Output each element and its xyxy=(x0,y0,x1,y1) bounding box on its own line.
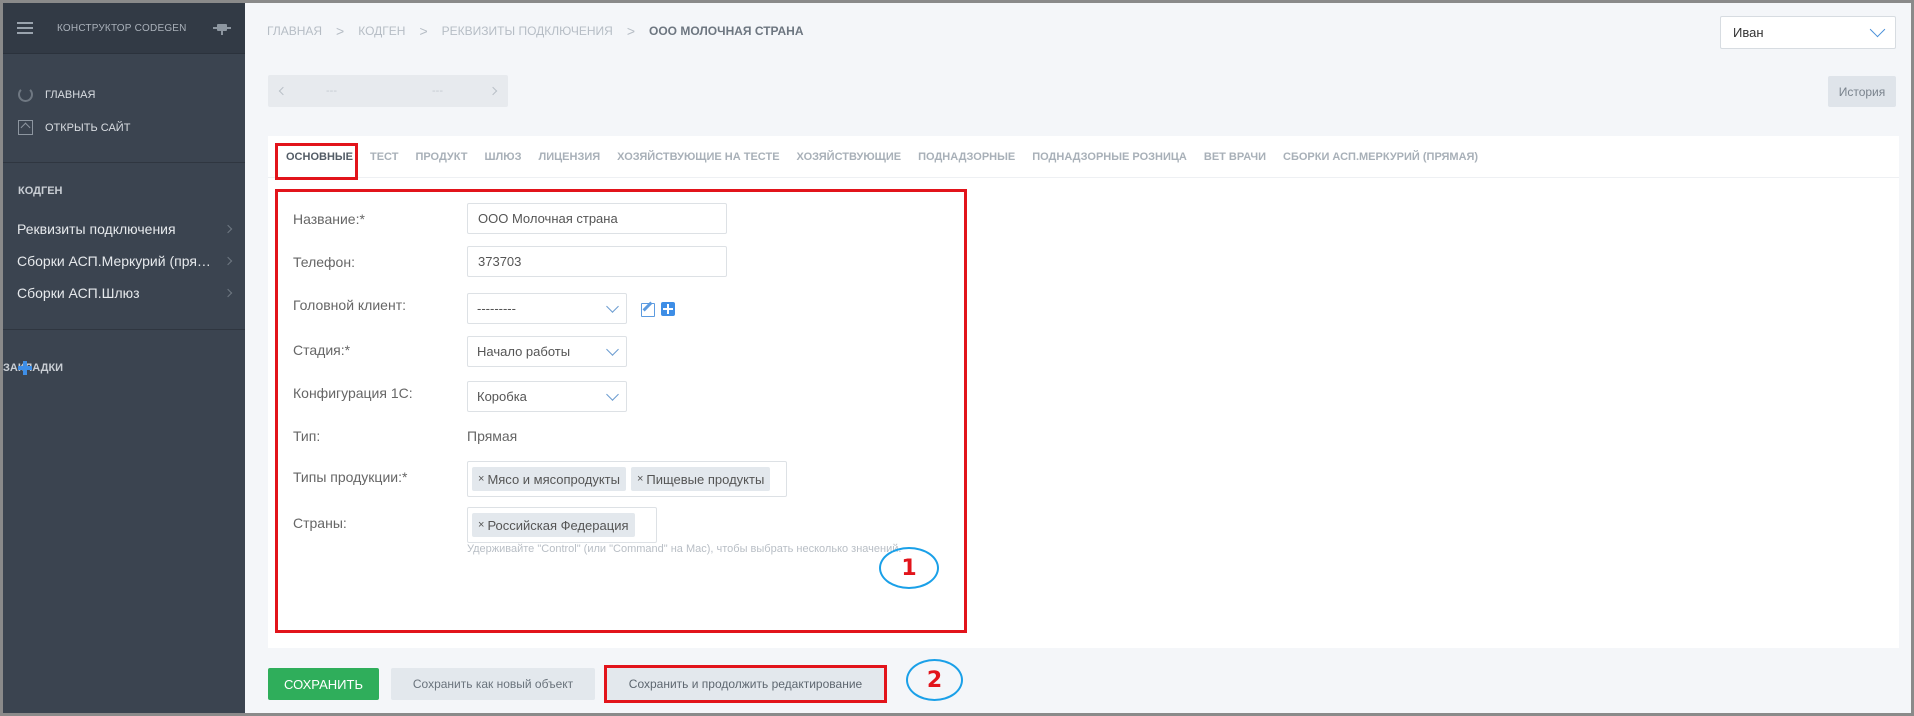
sidebar-item-gateway-builds[interactable]: Сборки АСП.Шлюз xyxy=(3,277,245,309)
sidebar-item-home[interactable]: ГЛАВНАЯ xyxy=(3,78,245,111)
breadcrumb-codegen[interactable]: КОДГЕН xyxy=(358,24,405,38)
prev-record-icon[interactable] xyxy=(278,86,288,96)
breadcrumb-home[interactable]: ГЛАВНАЯ xyxy=(267,24,322,38)
topbar: ГЛАВНАЯ > КОДГЕН > РЕКВИЗИТЫ ПОДКЛЮЧЕНИЯ… xyxy=(245,3,1911,58)
dashboard-icon xyxy=(18,87,33,102)
sidebar-item-open-site[interactable]: ОТКРЫТЬ САЙТ xyxy=(3,111,245,144)
tab-supervised-retail[interactable]: ПОДНАДЗОРНЫЕ РОЗНИЦА xyxy=(1032,151,1187,163)
annotation-box-form xyxy=(275,189,967,633)
sidebar-section-title: КОДГЕН xyxy=(18,185,63,197)
open-site-icon xyxy=(18,120,33,135)
sidebar-bookmarks: ЗАКЛАДКИ xyxy=(3,338,245,398)
tab-test[interactable]: ТЕСТ xyxy=(370,151,398,163)
next-record-label: --- xyxy=(432,85,443,97)
tab-vets[interactable]: ВЕТ ВРАЧИ xyxy=(1204,151,1266,163)
next-record-icon[interactable] xyxy=(488,86,498,96)
sidebar-header: КОНСТРУКТОР CODEGEN xyxy=(3,3,245,54)
record-pager: --- --- xyxy=(268,75,508,107)
hamburger-menu-icon[interactable] xyxy=(17,22,33,34)
sidebar-codegen-group: КОДГЕН Реквизиты подключения Сборки АСП.… xyxy=(3,163,245,330)
user-menu-select[interactable]: Иван xyxy=(1720,16,1896,49)
sidebar-item-label: ОТКРЫТЬ САЙТ xyxy=(45,121,131,134)
sidebar-item-connection-details[interactable]: Реквизиты подключения xyxy=(3,213,245,245)
breadcrumb-separator: > xyxy=(419,23,428,39)
chevron-right-icon xyxy=(223,224,233,234)
add-bookmark-icon[interactable] xyxy=(18,361,32,375)
save-and-continue-button[interactable]: Сохранить и продолжить редактирование xyxy=(607,668,884,700)
tab-mercury-builds[interactable]: СБОРКИ АСП.МЕРКУРИЙ (ПРЯМАЯ) xyxy=(1283,151,1478,163)
save-as-new-button[interactable]: Сохранить как новый объект xyxy=(391,668,595,700)
history-button[interactable]: История xyxy=(1828,76,1896,107)
sidebar-item-label: Сборки АСП.Меркурий (прямая) xyxy=(17,253,225,269)
annotation-box-tab xyxy=(275,143,358,180)
tab-business[interactable]: ХОЗЯЙСТВУЮЩИЕ xyxy=(797,151,902,163)
tab-supervised[interactable]: ПОДНАДЗОРНЫЕ xyxy=(918,151,1015,163)
tab-bar: ОСНОВНЫЕ ТЕСТ ПРОДУКТ ШЛЮЗ ЛИЦЕНЗИЯ ХОЗЯ… xyxy=(268,136,1899,178)
app-brand: КОНСТРУКТОР CODEGEN xyxy=(57,22,187,34)
save-button[interactable]: СОХРАНИТЬ xyxy=(268,668,379,700)
bookmarks-label: ЗАКЛАДКИ xyxy=(3,362,64,374)
tab-business-test[interactable]: ХОЗЯЙСТВУЮЩИЕ НА ТЕСТЕ xyxy=(617,151,779,163)
tab-gateway[interactable]: ШЛЮЗ xyxy=(484,151,521,163)
breadcrumb-separator: > xyxy=(626,23,636,39)
chevron-right-icon xyxy=(223,256,233,266)
annotation-circle-2: 2 xyxy=(906,659,963,701)
sidebar-item-label: Сборки АСП.Шлюз xyxy=(17,285,140,301)
breadcrumb-connection-details[interactable]: РЕКВИЗИТЫ ПОДКЛЮЧЕНИЯ xyxy=(442,24,613,38)
app-window: КОНСТРУКТОР CODEGEN ГЛАВНАЯ ОТКРЫТЬ САЙТ… xyxy=(0,0,1914,716)
tab-license[interactable]: ЛИЦЕНЗИЯ xyxy=(539,151,601,163)
breadcrumb: ГЛАВНАЯ > КОДГЕН > РЕКВИЗИТЫ ПОДКЛЮЧЕНИЯ… xyxy=(267,23,804,39)
prev-record-label: --- xyxy=(326,85,337,97)
sidebar-item-mercury-builds[interactable]: Сборки АСП.Меркурий (прямая) xyxy=(3,245,245,277)
sidebar: КОНСТРУКТОР CODEGEN ГЛАВНАЯ ОТКРЫТЬ САЙТ… xyxy=(3,3,245,713)
annotation-circle-1: 1 xyxy=(879,547,939,589)
chevron-right-icon xyxy=(223,288,233,298)
user-name: Иван xyxy=(1733,25,1764,40)
sidebar-item-label: Реквизиты подключения xyxy=(17,221,176,237)
sidebar-top-nav: ГЛАВНАЯ ОТКРЫТЬ САЙТ xyxy=(3,54,245,163)
chevron-down-icon xyxy=(1869,21,1886,38)
pin-icon[interactable] xyxy=(213,21,231,35)
breadcrumb-separator: > xyxy=(336,23,345,39)
tab-product[interactable]: ПРОДУКТ xyxy=(415,151,467,163)
sidebar-item-label: ГЛАВНАЯ xyxy=(45,88,96,101)
breadcrumb-current: ООО МОЛОЧНАЯ СТРАНА xyxy=(649,24,804,38)
